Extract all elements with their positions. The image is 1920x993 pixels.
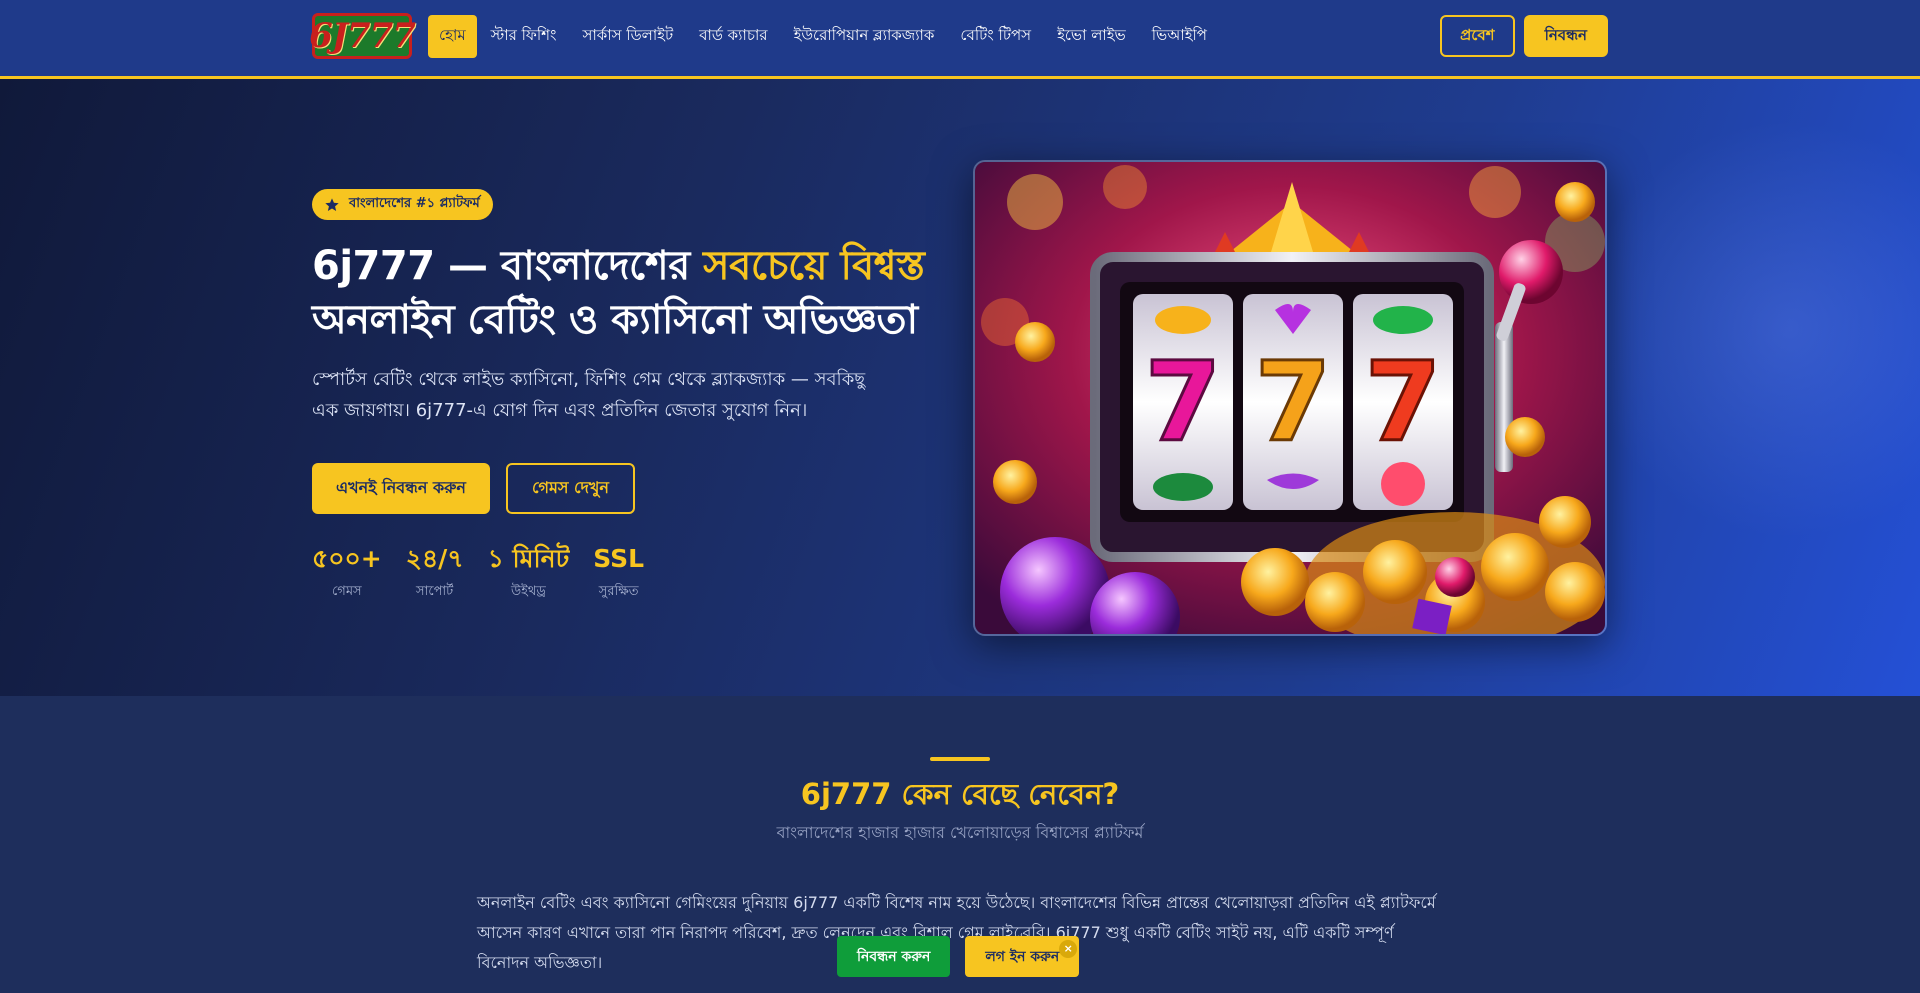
svg-text:7: 7 [1255,338,1332,466]
site-logo[interactable]: 6J777 [309,13,416,59]
sticky-cta-bar: নিবন্ধন করুন লগ ইন করুন × [837,936,1080,977]
stat-withdraw: ১ মিনিট উইথড্র [488,541,570,603]
nav-link-bird-catcher[interactable]: বার্ড ক্যাচার [687,15,779,58]
nav-link-circus-delight[interactable]: সার্কাস ডিলাইট [571,15,686,58]
register-button[interactable]: নিবন্ধন [1523,15,1608,57]
hero-title: 6j777 — বাংলাদেশের সবচেয়ে বিশ্বস্ত অনলাই… [312,239,952,347]
sticky-register-button[interactable]: নিবন্ধন করুন [837,936,951,977]
stat-value: SSL [593,544,645,573]
navbar-inner: 6J777 হোম স্টার ফিশিং সার্কাস ডিলাইট বার… [309,13,1608,59]
why-title: 6j777 কেন বেছে নেবেন? [800,777,1120,811]
stat-label: সুরক্ষিত [598,584,639,599]
stat-ssl: SSL সুরক্ষিত [593,541,644,603]
hero-title-highlight: সবচেয়ে বিশ্বস্ত [703,243,925,289]
hero-section: বাংলাদেশের #১ প্ল্যাটফর্ম 6j777 — বাংলাদ… [0,79,1920,696]
hero-description: স্পোর্টস বেটিং থেকে লাইভ ক্যাসিনো, ফিশিং… [312,369,866,421]
stat-value: ২৪/৭ [405,544,464,573]
nav-link-european-blackjack[interactable]: ইউরোপিয়ান ব্ল্যাকজ্যাক [782,15,947,58]
stat-games: ৫০০+ গেমস [312,541,382,603]
stat-label: সাপোর্ট [415,584,454,599]
view-games-button[interactable]: গেমস দেখুন [505,463,635,514]
hero-title-part1: 6j777 — বাংলাদেশের [312,243,704,289]
main-nav: হোম স্টার ফিশিং সার্কাস ডিলাইট বার্ড ক্য… [428,14,1219,58]
logo-text: 6J777 [309,16,416,56]
hero-glow [1580,119,1920,539]
nav-link-evo-live[interactable]: ইভো লাইভ [1045,15,1138,58]
why-subtitle: বাংলাদেশের হাজার হাজার খেলোয়াড়ের বিশ্ব… [776,823,1144,842]
hero-buttons: এখনই নিবন্ধন করুন গেমস দেখুন [312,463,635,514]
stat-value: ৫০০+ [312,544,382,573]
close-icon[interactable]: × [1059,940,1078,958]
badge-text: বাংলাদেশের #১ প্ল্যাটফর্ম [349,196,480,211]
slot-machine-illustration: 7 7 7 [975,162,1605,634]
stat-value: ১ মিনিট [487,544,570,573]
register-now-button[interactable]: এখনই নিবন্ধন করুন [312,463,490,514]
nav-link-vip[interactable]: ভিআইপি [1140,15,1219,58]
nav-actions: প্রবেশ নিবন্ধন [1440,15,1608,57]
nav-link-betting-tips[interactable]: বেটিং টিপস [948,15,1043,58]
nav-link-home[interactable]: হোম [428,14,477,58]
svg-text:7: 7 [1145,338,1222,466]
section-accent-bar [930,757,990,761]
sticky-login-label: লগ ইন করুন [985,948,1060,965]
stat-support: ২৪/৭ সাপোর্ট [406,541,464,603]
nav-link-star-fishing[interactable]: স্টার ফিশিং [479,15,569,58]
login-button[interactable]: প্রবেশ [1440,15,1515,57]
slot-machine-image: 7 7 7 [973,160,1607,636]
stat-label: গেমস [332,584,362,599]
hero-stats: ৫০০+ গেমস ২৪/৭ সাপোর্ট ১ মিনিট উইথড্র SS… [312,541,644,603]
hero-title-part2: অনলাইন বেটিং ও ক্যাসিনো অভিজ্ঞতা [312,297,918,343]
star-icon [325,197,339,211]
sticky-login-button[interactable]: লগ ইন করুন × [965,936,1080,977]
stat-label: উইথড্র [510,584,546,599]
svg-text:7: 7 [1365,338,1442,466]
platform-badge: বাংলাদেশের #১ প্ল্যাটফর্ম [312,189,493,220]
top-navbar: 6J777 হোম স্টার ফিশিং সার্কাস ডিলাইট বার… [0,0,1920,79]
